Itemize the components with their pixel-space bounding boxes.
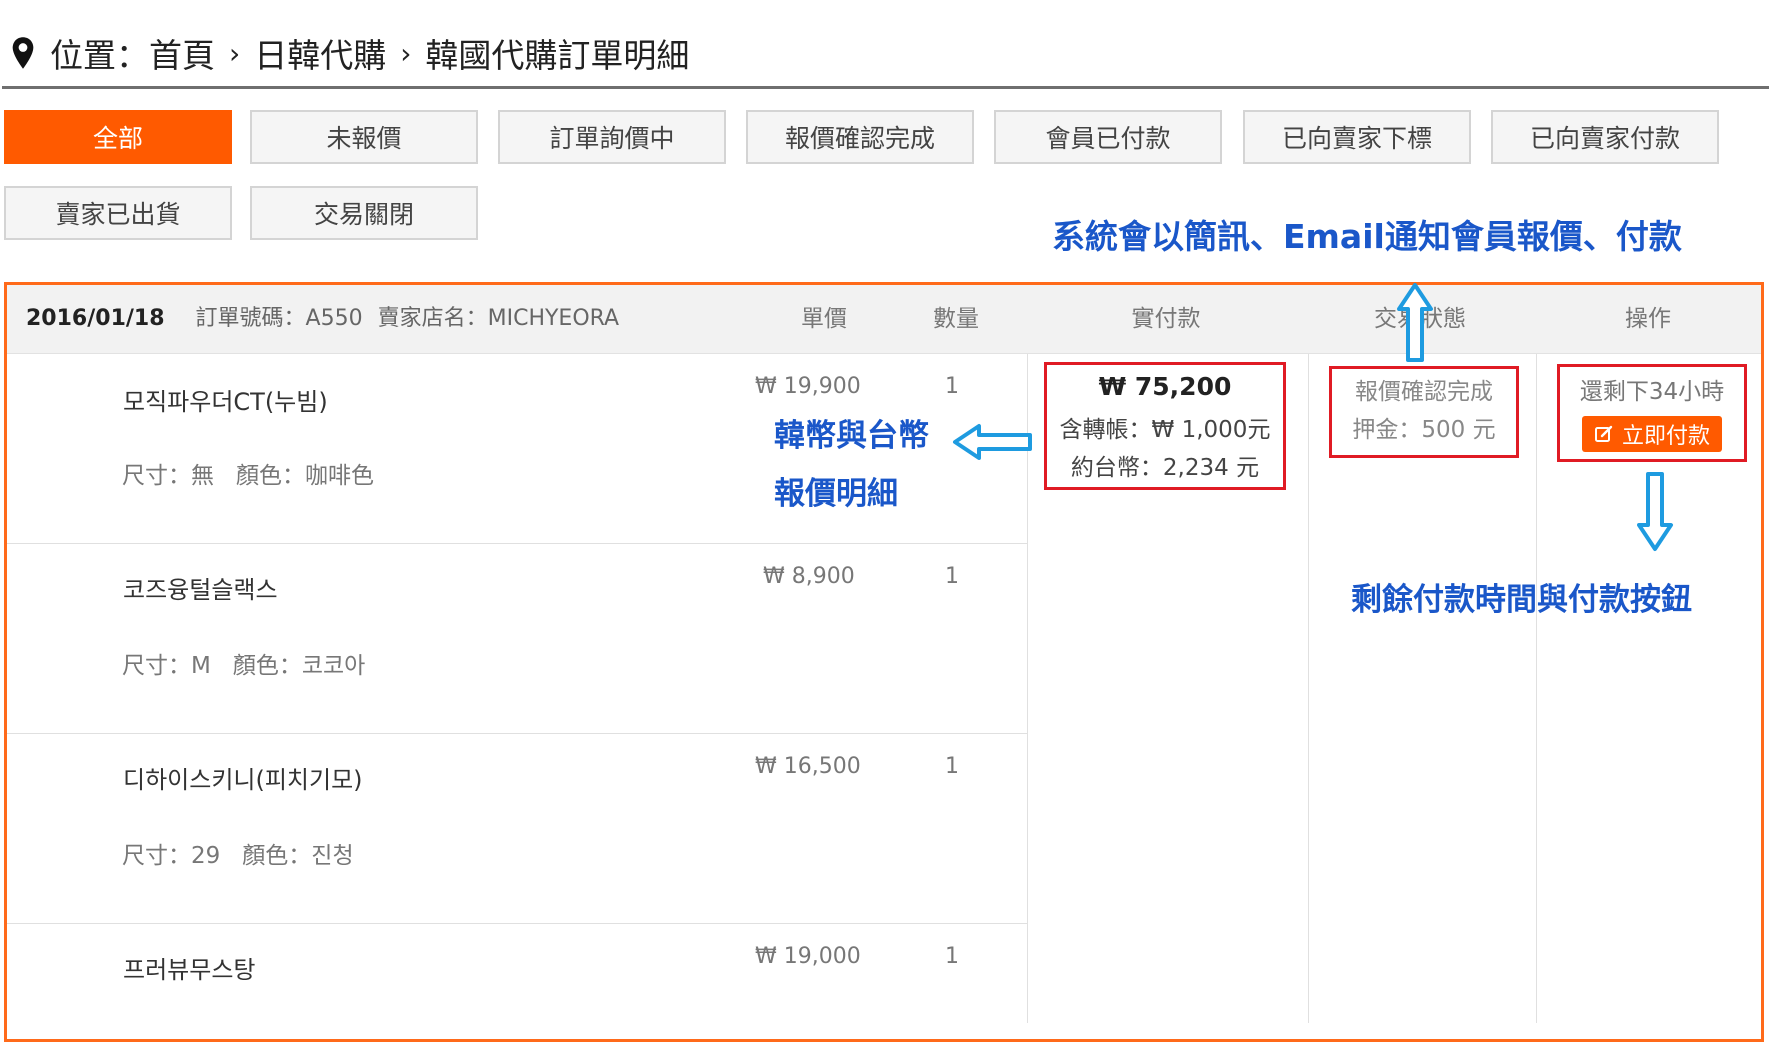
- down-arrow-icon: [1637, 472, 1673, 551]
- payment-total: ₩ 75,200: [1098, 372, 1232, 401]
- item-size: 尺寸：29: [122, 843, 221, 869]
- edit-icon: [1594, 425, 1613, 442]
- location-pin-icon: [12, 37, 34, 69]
- item-price: ₩ 16,500: [755, 754, 861, 779]
- item-price: ₩ 19,000: [755, 944, 861, 969]
- breadcrumb-divider: [2, 86, 1769, 89]
- shop-name-label: 賣家店名：: [377, 306, 488, 331]
- item-name[interactable]: 프러뷰무스탕: [123, 950, 255, 985]
- tab-all[interactable]: 全部: [4, 110, 232, 164]
- tab-not-quoted[interactable]: 未報價: [250, 110, 478, 164]
- tab-ordered-from-seller[interactable]: 已向賣家下標: [1243, 110, 1471, 164]
- item-quantity: 1: [945, 754, 959, 779]
- tab-quote-confirmed[interactable]: 報價確認完成: [746, 110, 974, 164]
- annotation-currency-2: 報價明細: [774, 476, 898, 512]
- item-price: ₩ 19,900: [755, 374, 861, 399]
- annotation-remaining: 剩餘付款時間與付款按鈕: [1351, 582, 1692, 618]
- breadcrumb-separator: ›: [400, 36, 412, 70]
- item-name[interactable]: 모직파우더CT(누빔): [123, 382, 328, 417]
- order-number: A550: [305, 306, 363, 331]
- order-date: 2016/01/18: [26, 306, 165, 331]
- breadcrumb-current-page: 韓國代購訂單明細: [425, 36, 690, 75]
- tab-inquiring[interactable]: 訂單詢價中: [498, 110, 726, 164]
- row-divider: [7, 923, 1027, 924]
- tab-paid-seller[interactable]: 已向賣家付款: [1491, 110, 1719, 164]
- up-arrow-icon: [1397, 283, 1433, 362]
- column-quantity: 數量: [933, 306, 979, 332]
- item-price: ₩ 8,900: [763, 564, 855, 589]
- breadcrumb-location[interactable]: 位置：首頁: [50, 29, 215, 77]
- column-divider: [1536, 354, 1537, 1023]
- annotation-currency-1: 韓幣與台幣: [774, 418, 929, 454]
- breadcrumb: 位置：首頁 › 日韓代購 › 韓國代購訂單明細: [10, 28, 689, 78]
- item-attributes: 尺寸：無 顏色：咖啡色: [122, 456, 374, 490]
- shop-name: MICHYEORA: [487, 306, 620, 331]
- row-divider: [7, 733, 1027, 734]
- item-name[interactable]: 디하이스키니(피치기모): [123, 760, 363, 795]
- item-size: 尺寸：M: [122, 653, 211, 679]
- pay-now-button[interactable]: 立即付款: [1582, 416, 1722, 452]
- row-divider: [7, 543, 1027, 544]
- item-quantity: 1: [945, 374, 959, 399]
- breadcrumb-separator: ›: [229, 36, 241, 70]
- item-quantity: 1: [945, 944, 959, 969]
- column-paid: 實付款: [1131, 306, 1201, 332]
- item-color: 顏色：코코아: [232, 653, 366, 679]
- tab-closed[interactable]: 交易關閉: [250, 186, 478, 240]
- item-size: 尺寸：無: [122, 463, 214, 489]
- tab-seller-shipped[interactable]: 賣家已出貨: [4, 186, 232, 240]
- column-divider: [1308, 354, 1309, 1023]
- remaining-time: 還剩下34小時: [1579, 379, 1725, 405]
- annotation-notify: 系統會以簡訊、Email通知會員報價、付款: [1052, 217, 1682, 256]
- status-text: 報價確認完成: [1355, 379, 1493, 405]
- tab-member-paid[interactable]: 會員已付款: [994, 110, 1222, 164]
- column-unit-price: 單價: [801, 306, 847, 332]
- order-number-label: 訂單號碼：: [195, 306, 306, 331]
- item-quantity: 1: [945, 564, 959, 589]
- item-attributes: 尺寸：29 顏色：진청: [122, 836, 354, 870]
- item-color: 顏色：咖啡色: [236, 463, 374, 489]
- item-attributes: 尺寸：M 顏色：코코아: [122, 646, 365, 680]
- column-action: 操作: [1625, 306, 1671, 332]
- deposit-text: 押金：500 元: [1352, 417, 1496, 443]
- item-name[interactable]: 코즈융털슬랙스: [123, 570, 278, 605]
- item-color: 顏色：진청: [242, 843, 354, 869]
- pay-now-label: 立即付款: [1621, 424, 1710, 449]
- breadcrumb-japan-korea[interactable]: 日韓代購: [254, 29, 386, 77]
- order-header-info: 2016/01/18 訂單號碼：A550 賣家店名：MICHYEORA: [26, 285, 619, 353]
- payment-transfer: 含轉帳：₩ 1,000元: [1059, 417, 1271, 443]
- payment-twd: 約台幣：2,234 元: [1070, 455, 1260, 481]
- left-arrow-icon: [953, 424, 1032, 460]
